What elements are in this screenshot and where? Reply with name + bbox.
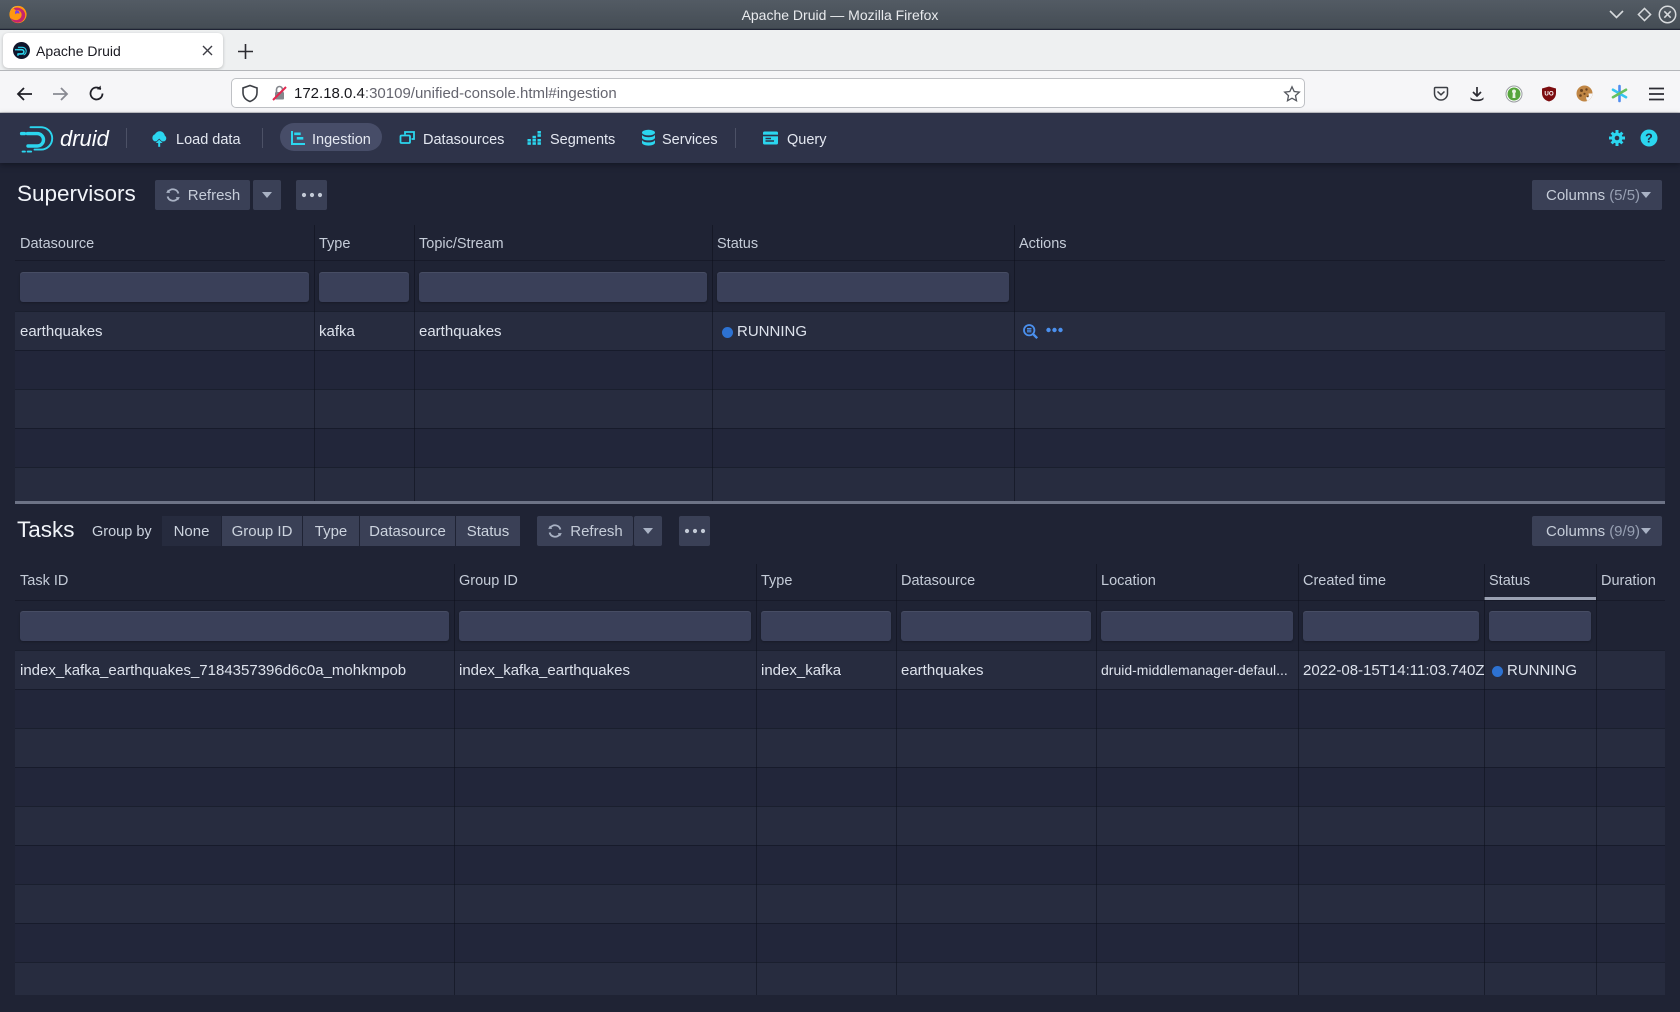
svg-text:UO: UO — [1544, 91, 1553, 98]
svg-text:?: ? — [1645, 131, 1653, 145]
